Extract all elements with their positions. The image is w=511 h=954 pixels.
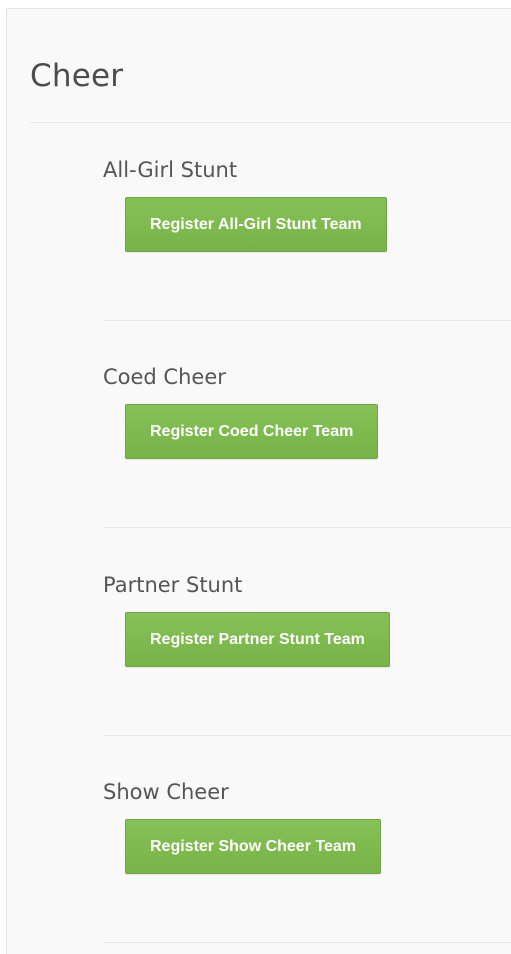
register-all-girl-stunt-button[interactable]: Register All-Girl Stunt Team bbox=[125, 197, 387, 252]
section-divider bbox=[103, 942, 511, 943]
section-title: Show Cheer bbox=[103, 780, 229, 804]
section-title: Partner Stunt bbox=[103, 573, 243, 597]
register-partner-stunt-button[interactable]: Register Partner Stunt Team bbox=[125, 612, 390, 667]
register-show-cheer-button[interactable]: Register Show Cheer Team bbox=[125, 819, 381, 874]
content-panel: Cheer All-Girl Stunt Register All-Girl S… bbox=[6, 8, 511, 954]
section-coed-cheer: Coed Cheer Register Coed Cheer Team bbox=[103, 367, 511, 574]
page-title: Cheer bbox=[30, 58, 124, 94]
section-divider bbox=[103, 320, 511, 321]
title-divider bbox=[30, 122, 511, 123]
section-show-cheer: Show Cheer Register Show Cheer Team bbox=[103, 782, 511, 954]
section-title: Coed Cheer bbox=[103, 365, 226, 389]
section-title: All-Girl Stunt bbox=[103, 158, 238, 182]
section-divider bbox=[103, 735, 511, 736]
section-all-girl-stunt: All-Girl Stunt Register All-Girl Stunt T… bbox=[103, 160, 511, 367]
register-coed-cheer-button[interactable]: Register Coed Cheer Team bbox=[125, 404, 379, 459]
section-divider bbox=[103, 527, 511, 528]
section-partner-stunt: Partner Stunt Register Partner Stunt Tea… bbox=[103, 575, 511, 782]
